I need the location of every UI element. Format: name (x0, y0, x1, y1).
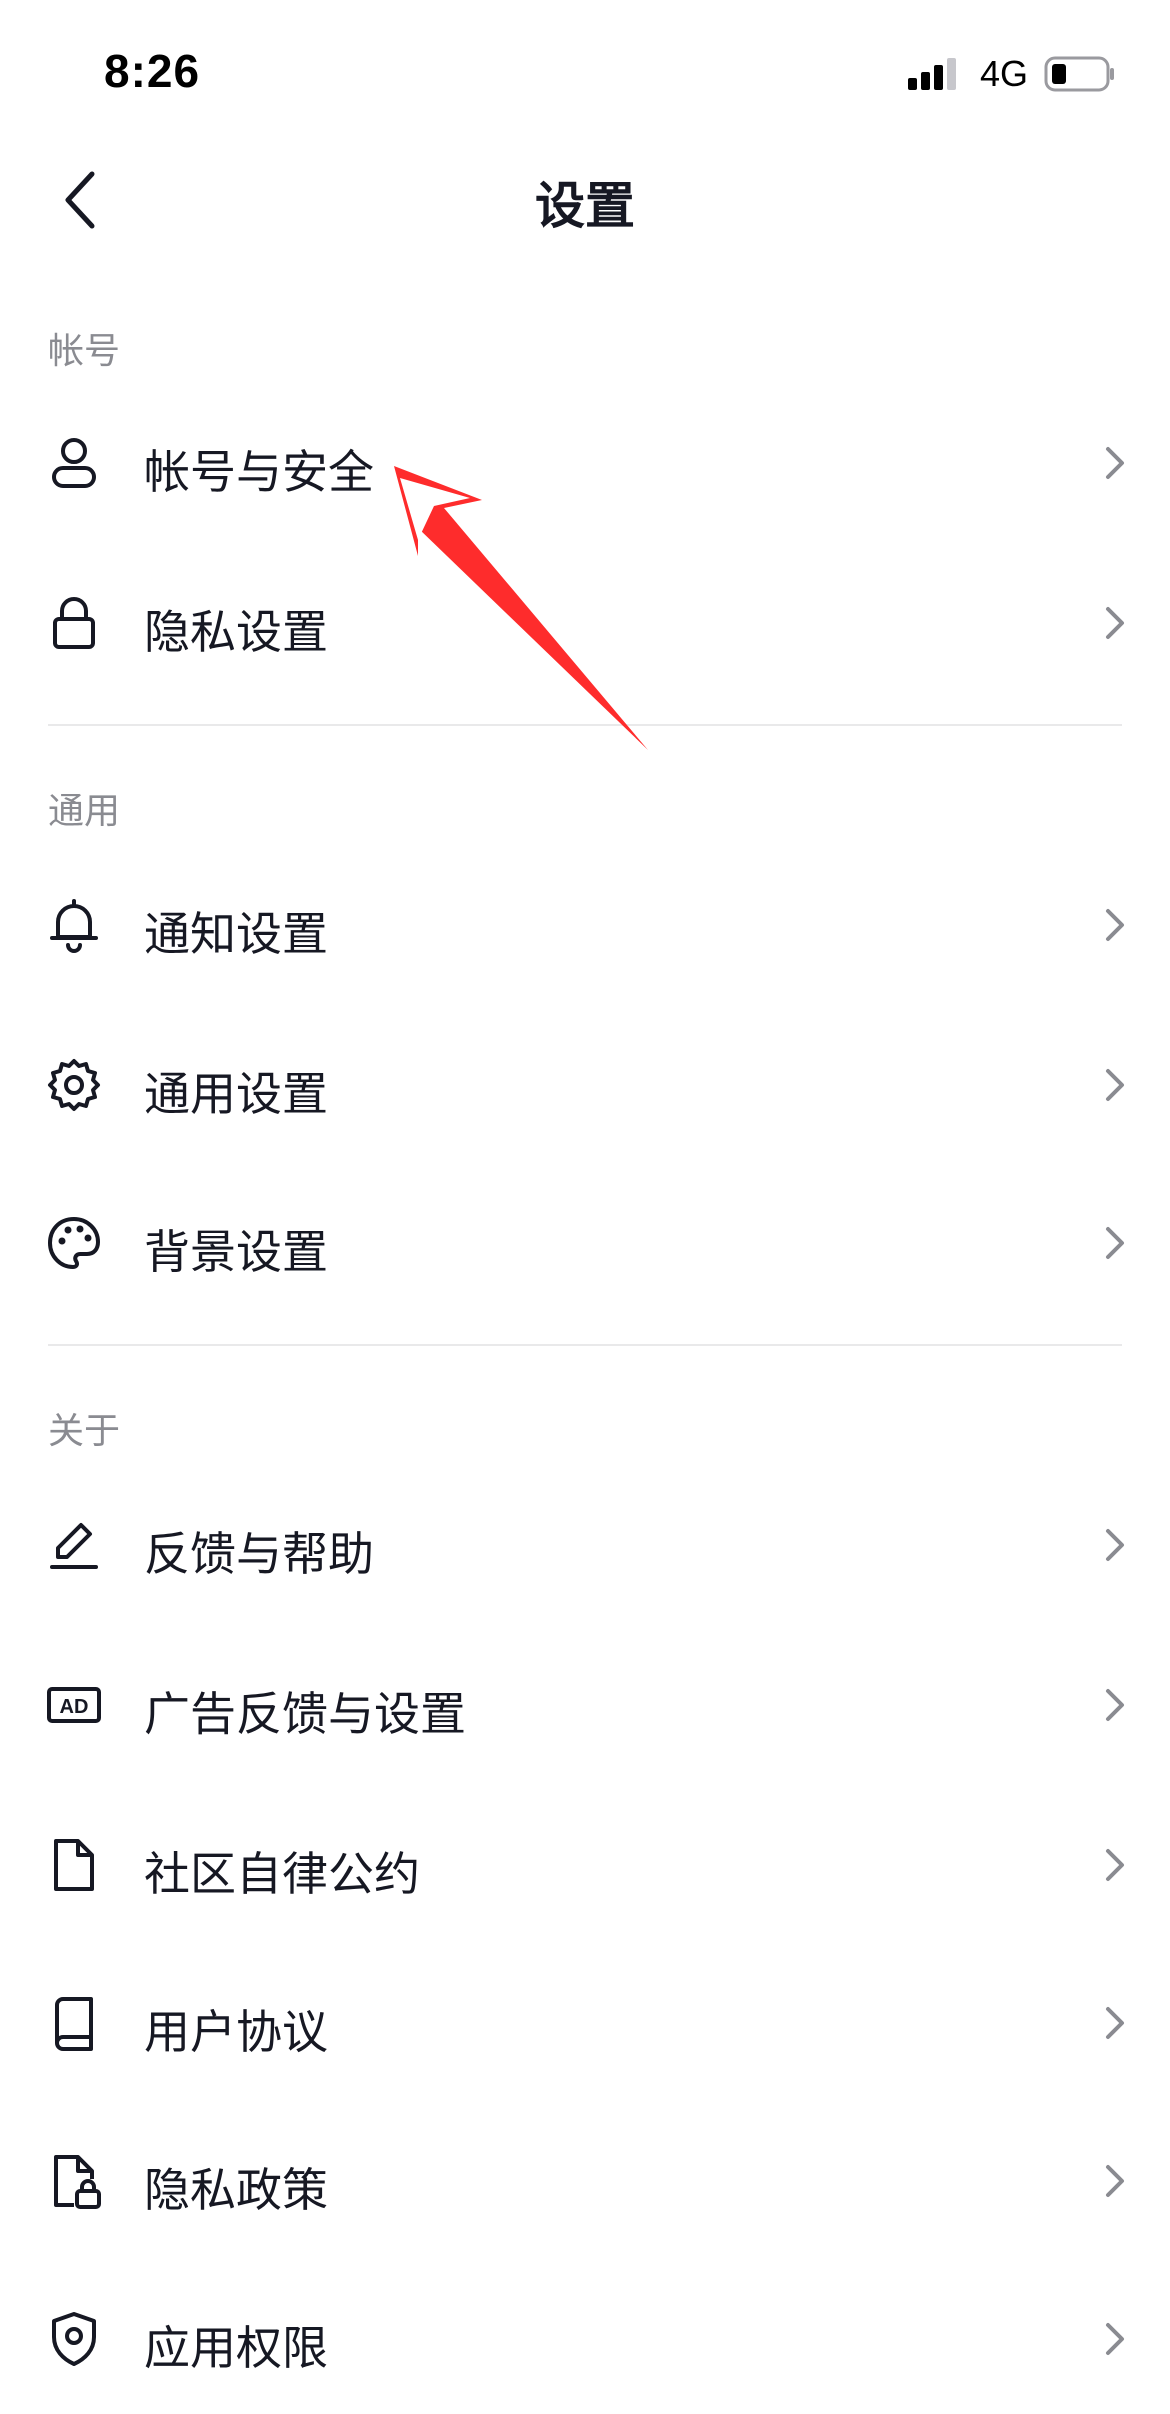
settings-item-label: 隐私设置 (144, 605, 328, 659)
edit-icon (50, 1523, 98, 1569)
chevron-right-icon (1106, 1849, 1124, 1881)
user-icon (52, 438, 96, 488)
section-header-account: 帐号 (48, 331, 121, 372)
settings-item-notifications[interactable]: 通知设置 (0, 850, 1170, 1000)
chevron-right-icon (1106, 447, 1124, 479)
lock-icon (53, 597, 95, 649)
settings-item-privacy[interactable]: 隐私设置 (0, 548, 1170, 698)
settings-item-label: 反馈与帮助 (144, 1527, 374, 1581)
settings-item-ad-feedback[interactable]: AD 广告反馈与设置 (0, 1630, 1170, 1780)
settings-item-privacy-policy[interactable]: 隐私政策 (0, 2106, 1170, 2256)
divider (48, 1344, 1122, 1346)
settings-item-user-agreement[interactable]: 用户协议 (0, 1948, 1170, 2098)
status-time: 8:26 (104, 45, 201, 97)
chevron-right-icon (1106, 1227, 1124, 1259)
status-indicators: 4G (906, 52, 1116, 96)
settings-item-label: 广告反馈与设置 (144, 1687, 466, 1741)
gear-icon (48, 1059, 100, 1111)
document-lock-icon (54, 2155, 101, 2209)
chevron-right-icon (1106, 2323, 1124, 2355)
status-bar: 8:26 4G (0, 0, 1170, 140)
divider (48, 724, 1122, 726)
settings-item-app-permissions[interactable]: 应用权限 (0, 2264, 1170, 2414)
settings-item-background[interactable]: 背景设置 (0, 1168, 1170, 1318)
settings-item-label: 隐私政策 (144, 2163, 328, 2217)
settings-item-label: 帐号与安全 (144, 445, 374, 499)
signal-icon (907, 58, 956, 90)
ad-icon: AD (47, 1687, 101, 1723)
shield-icon (52, 2312, 96, 2366)
chevron-right-icon (1106, 2007, 1124, 2039)
bell-icon (50, 899, 98, 953)
settings-item-label: 应用权限 (144, 2321, 328, 2375)
settings-item-feedback[interactable]: 反馈与帮助 (0, 1470, 1170, 1620)
settings-item-label: 社区自律公约 (144, 1847, 420, 1901)
svg-text:AD: AD (60, 1696, 89, 1718)
settings-item-label: 用户协议 (144, 2005, 328, 2059)
book-icon (55, 1997, 93, 2051)
chevron-right-icon (1106, 1689, 1124, 1721)
palette-icon (48, 1217, 100, 1269)
settings-item-account-security[interactable]: 帐号与安全 (0, 388, 1170, 538)
chevron-right-icon (1106, 909, 1124, 941)
settings-item-label: 通知设置 (144, 907, 328, 961)
chevron-right-icon (1106, 2165, 1124, 2197)
page-title: 设置 (535, 177, 635, 235)
chevron-right-icon (1106, 1529, 1124, 1561)
settings-item-label: 通用设置 (144, 1067, 328, 1121)
chevron-right-icon (1106, 1069, 1124, 1101)
chevron-right-icon (1106, 607, 1124, 639)
settings-item-community-guidelines[interactable]: 社区自律公约 (0, 1790, 1170, 1940)
settings-item-label: 背景设置 (144, 1225, 328, 1279)
section-header-about: 关于 (48, 1411, 121, 1452)
section-header-general: 通用 (48, 791, 121, 832)
settings-item-general[interactable]: 通用设置 (0, 1010, 1170, 1160)
navigation-bar: 设置 (0, 140, 1170, 260)
network-type: 4G (979, 53, 1028, 94)
battery-icon (1044, 56, 1114, 92)
document-icon (54, 1839, 94, 1891)
